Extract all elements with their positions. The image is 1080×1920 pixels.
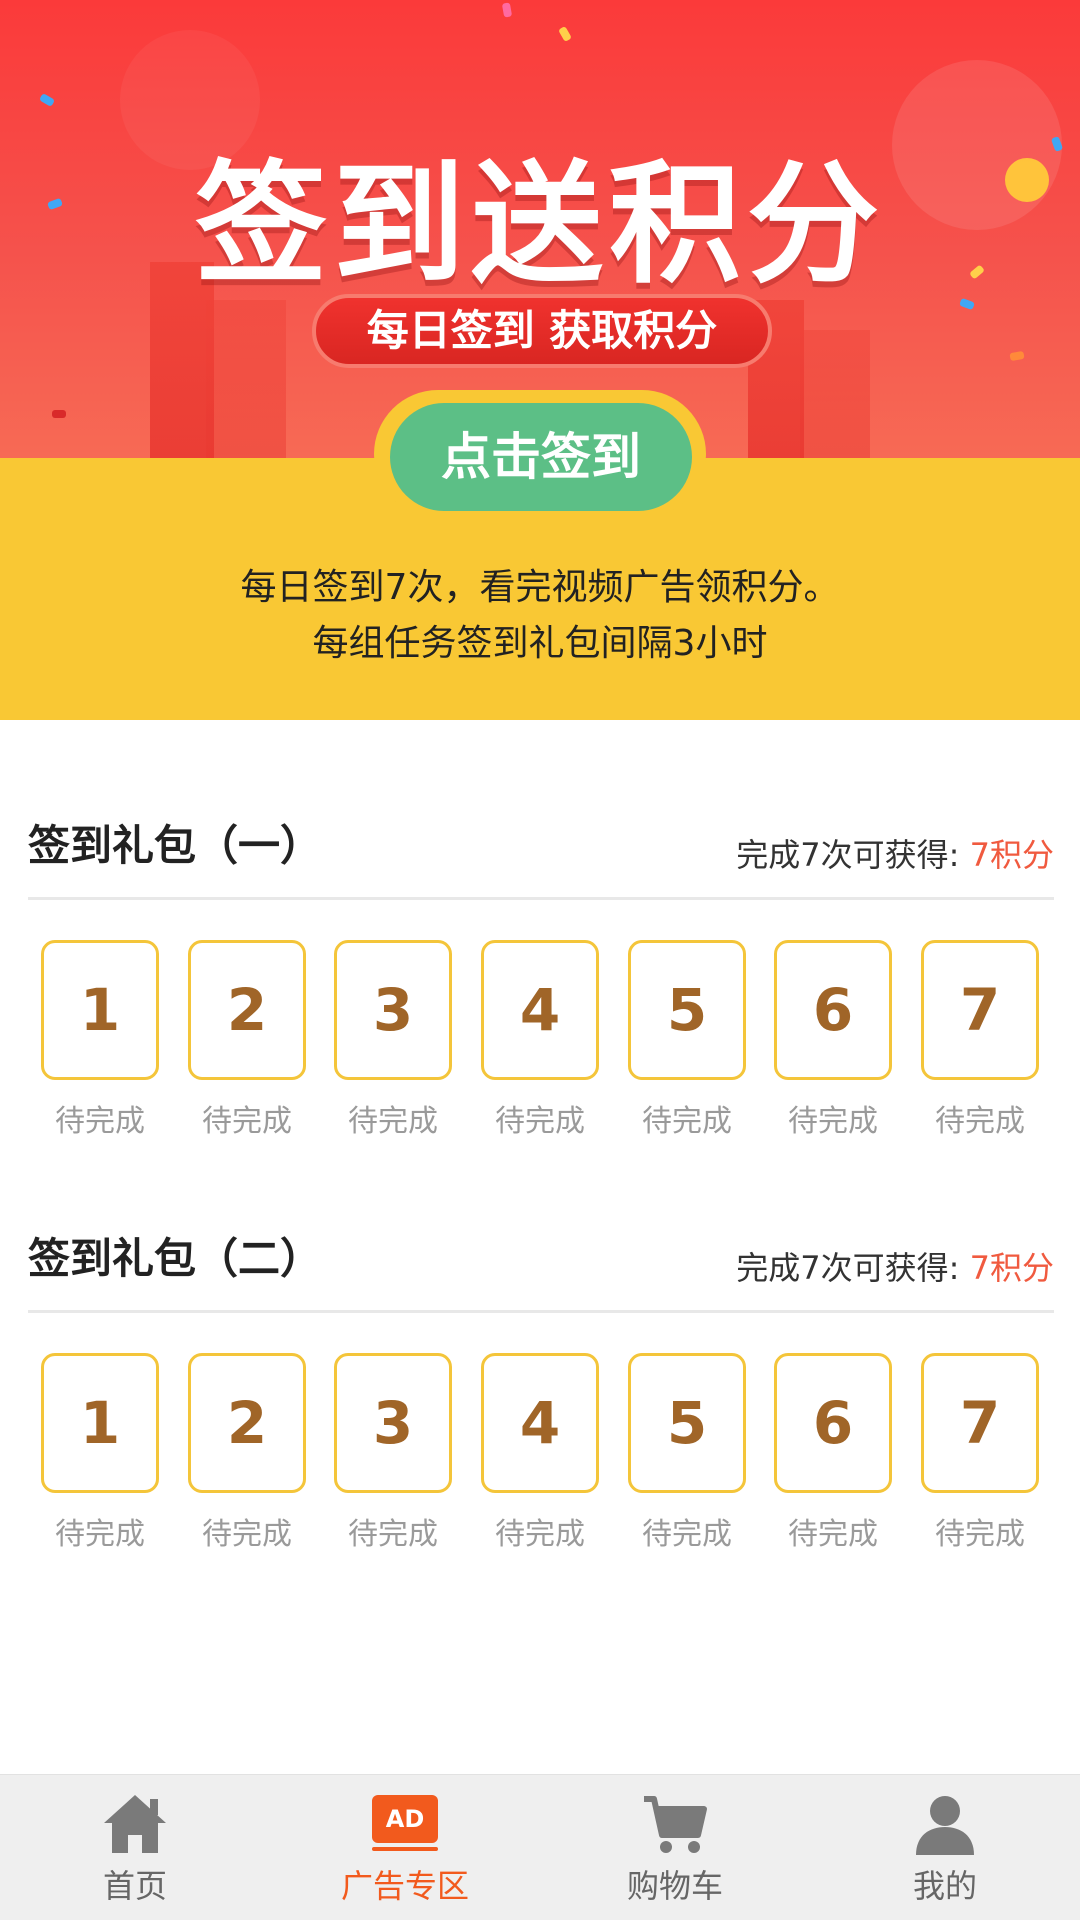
- section-divider: [28, 1310, 1054, 1313]
- nav-label: 我的: [912, 1867, 977, 1905]
- nav-label: 购物车: [626, 1867, 723, 1905]
- confetti-icon: [38, 93, 56, 107]
- day-number: 2: [188, 1353, 306, 1493]
- day-status: 待完成: [788, 1517, 878, 1552]
- confetti-icon: [558, 25, 572, 43]
- day-status: 待完成: [348, 1104, 438, 1139]
- day-item-4[interactable]: 4 待完成: [481, 940, 599, 1140]
- day-status: 待完成: [202, 1517, 292, 1552]
- day-number: 3: [334, 1353, 452, 1493]
- day-item-7[interactable]: 7 待完成: [921, 940, 1039, 1140]
- ad-icon-underline: [372, 1847, 438, 1851]
- signin-page: 签到送积分 每日签到 获取积分 点击签到 每日签到7次，看完视频广告领积分。 每…: [0, 0, 1080, 1920]
- section-divider: [28, 897, 1054, 900]
- day-item-1[interactable]: 1 待完成: [41, 1353, 159, 1553]
- day-item-7[interactable]: 7 待完成: [921, 1353, 1039, 1553]
- confetti-icon: [52, 410, 66, 418]
- ad-badge: AD: [372, 1795, 438, 1843]
- section-reward: 完成7次可获得: 7积分: [736, 1243, 1054, 1289]
- day-number: 2: [188, 940, 306, 1080]
- banner-subtitle: 每日签到 获取积分: [312, 294, 772, 368]
- confetti-icon: [501, 2, 513, 18]
- day-status: 待完成: [935, 1517, 1025, 1552]
- nav-item-ad-zone[interactable]: AD 广告专区: [270, 1775, 540, 1920]
- ad-icon: AD: [372, 1795, 438, 1851]
- section-title: 签到礼包（二）: [28, 1234, 323, 1283]
- day-item-3[interactable]: 3 待完成: [334, 940, 452, 1140]
- day-number: 1: [41, 1353, 159, 1493]
- home-icon: [104, 1795, 166, 1853]
- decorative-bar: [800, 330, 870, 458]
- day-number: 3: [334, 940, 452, 1080]
- section-title: 签到礼包（一）: [28, 821, 323, 870]
- day-number: 6: [774, 1353, 892, 1493]
- day-item-2[interactable]: 2 待完成: [188, 1353, 306, 1553]
- confetti-icon: [1009, 350, 1025, 362]
- reward-prefix: 完成7次可获得:: [736, 1249, 960, 1287]
- day-status: 待完成: [642, 1104, 732, 1139]
- banner-title: 签到送积分: [195, 148, 885, 302]
- nav-label: 广告专区: [340, 1867, 469, 1905]
- day-status: 待完成: [495, 1517, 585, 1552]
- day-status: 待完成: [788, 1104, 878, 1139]
- day-item-3[interactable]: 3 待完成: [334, 1353, 452, 1553]
- day-number: 5: [628, 940, 746, 1080]
- day-item-6[interactable]: 6 待完成: [774, 940, 892, 1140]
- info-line-1: 每日签到7次，看完视频广告领积分。: [240, 567, 840, 608]
- day-item-4[interactable]: 4 待完成: [481, 1353, 599, 1553]
- info-line-2: 每组任务签到礼包间隔3小时: [312, 623, 768, 664]
- gift-section-1: 签到礼包（一） 完成7次可获得: 7积分 1 待完成 2 待完成 3 待完成 4…: [0, 812, 1080, 1172]
- day-status: 待完成: [642, 1517, 732, 1552]
- day-item-1[interactable]: 1 待完成: [41, 940, 159, 1140]
- user-icon: [916, 1796, 974, 1855]
- nav-item-mine[interactable]: 我的: [810, 1775, 1080, 1920]
- day-status: 待完成: [935, 1104, 1025, 1139]
- bottom-nav: 首页 AD 广告专区 购物车 我的: [0, 1774, 1080, 1920]
- day-item-2[interactable]: 2 待完成: [188, 940, 306, 1140]
- gift-section-2: 签到礼包（二） 完成7次可获得: 7积分 1 待完成 2 待完成 3 待完成 4…: [0, 1225, 1080, 1585]
- day-status: 待完成: [202, 1104, 292, 1139]
- signin-button[interactable]: 点击签到: [390, 403, 692, 511]
- day-number: 7: [921, 940, 1039, 1080]
- day-item-6[interactable]: 6 待完成: [774, 1353, 892, 1553]
- day-number: 7: [921, 1353, 1039, 1493]
- reward-points: 7积分: [969, 836, 1054, 874]
- day-number: 1: [41, 940, 159, 1080]
- day-number: 4: [481, 1353, 599, 1493]
- day-item-5[interactable]: 5 待完成: [628, 940, 746, 1140]
- decorative-bar: [206, 300, 286, 458]
- reward-prefix: 完成7次可获得:: [736, 836, 960, 874]
- day-number: 4: [481, 940, 599, 1080]
- section-reward: 完成7次可获得: 7积分: [736, 830, 1054, 876]
- day-item-5[interactable]: 5 待完成: [628, 1353, 746, 1553]
- day-status: 待完成: [55, 1104, 145, 1139]
- day-status: 待完成: [348, 1517, 438, 1552]
- cart-icon: [644, 1796, 707, 1853]
- day-status: 待完成: [495, 1104, 585, 1139]
- day-number: 5: [628, 1353, 746, 1493]
- day-number: 6: [774, 940, 892, 1080]
- reward-points: 7积分: [969, 1249, 1054, 1287]
- day-status: 待完成: [55, 1517, 145, 1552]
- nav-item-home[interactable]: 首页: [0, 1775, 270, 1920]
- nav-label: 首页: [102, 1867, 167, 1905]
- nav-item-cart[interactable]: 购物车: [540, 1775, 810, 1920]
